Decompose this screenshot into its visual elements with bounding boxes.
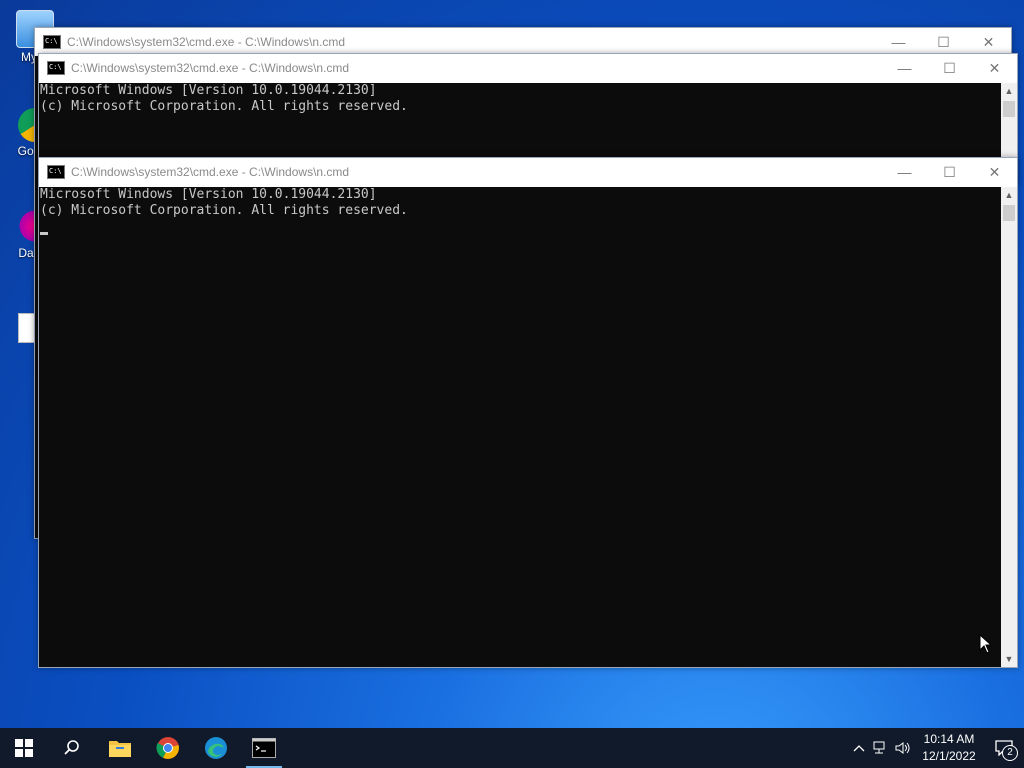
taskbar: 10:14 AM 12/1/2022 2	[0, 728, 1024, 768]
close-button[interactable]: ✕	[972, 54, 1017, 82]
window-title: C:\Windows\system32\cmd.exe - C:\Windows…	[67, 35, 346, 49]
system-tray: 10:14 AM 12/1/2022 2	[848, 728, 1024, 768]
show-hidden-icons-chevron-icon[interactable]	[848, 728, 870, 768]
volume-icon[interactable]	[892, 728, 914, 768]
window-title: C:\Windows\system32\cmd.exe - C:\Windows…	[71, 165, 350, 179]
maximize-button[interactable]: ☐	[927, 158, 972, 186]
windows-logo-icon	[15, 739, 33, 757]
search-icon	[64, 740, 79, 755]
cmd-app-icon	[47, 165, 65, 179]
taskbar-chrome[interactable]	[144, 728, 192, 768]
scrollbar-thumb[interactable]	[1003, 205, 1015, 221]
console-prompt-line[interactable]	[40, 219, 1001, 235]
cmd-app-icon	[47, 61, 65, 75]
scroll-up-arrow-icon[interactable]: ▲	[1001, 187, 1017, 203]
cmd-window-1-titlebar[interactable]: C:\Windows\system32\cmd.exe - C:\Windows…	[35, 28, 1011, 56]
cmd-window-3[interactable]: C:\Windows\system32\cmd.exe - C:\Windows…	[38, 157, 1018, 668]
window-title: C:\Windows\system32\cmd.exe - C:\Windows…	[71, 61, 350, 75]
taskbar-file-explorer[interactable]	[96, 728, 144, 768]
command-prompt-icon	[252, 738, 276, 758]
network-icon[interactable]	[870, 728, 892, 768]
action-center-button[interactable]: 2	[984, 728, 1024, 768]
notification-count-badge: 2	[1002, 745, 1018, 761]
vertical-scrollbar[interactable]: ▲ ▼	[1001, 187, 1017, 667]
console-line: Microsoft Windows [Version 10.0.19044.21…	[40, 187, 377, 202]
close-button[interactable]: ✕	[966, 28, 1011, 56]
search-button[interactable]	[48, 728, 96, 768]
taskbar-command-prompt[interactable]	[240, 728, 288, 768]
taskbar-edge[interactable]	[192, 728, 240, 768]
start-button[interactable]	[0, 728, 48, 768]
desktop: My C Go Ch DataV C:\Windows\system32\cmd…	[0, 0, 1024, 728]
clock-date: 12/1/2022	[922, 749, 976, 763]
minimize-button[interactable]: —	[876, 28, 921, 56]
text-cursor	[40, 232, 48, 235]
edge-icon	[205, 737, 227, 759]
console-line: (c) Microsoft Corporation. All rights re…	[40, 203, 408, 218]
file-explorer-icon	[109, 741, 131, 757]
maximize-button[interactable]: ☐	[927, 54, 972, 82]
console-line: Microsoft Windows [Version 10.0.19044.21…	[40, 83, 377, 98]
chrome-icon	[156, 737, 179, 759]
maximize-button[interactable]: ☐	[921, 28, 966, 56]
close-button[interactable]: ✕	[972, 158, 1017, 186]
scroll-down-arrow-icon[interactable]: ▼	[1001, 651, 1017, 667]
clock-time: 10:14 AM	[923, 732, 975, 746]
cmd-window-3-titlebar[interactable]: C:\Windows\system32\cmd.exe - C:\Windows…	[39, 158, 1017, 186]
console-line: (c) Microsoft Corporation. All rights re…	[40, 99, 408, 114]
scrollbar-thumb[interactable]	[1003, 101, 1015, 117]
mouse-pointer-icon	[979, 634, 993, 654]
minimize-button[interactable]: —	[882, 158, 927, 186]
scroll-up-arrow-icon[interactable]: ▲	[1001, 83, 1017, 99]
cmd-app-icon	[43, 35, 61, 49]
clock[interactable]: 10:14 AM 12/1/2022	[914, 731, 984, 765]
cmd-window-2-titlebar[interactable]: C:\Windows\system32\cmd.exe - C:\Windows…	[39, 54, 1017, 82]
minimize-button[interactable]: —	[882, 54, 927, 82]
console-output[interactable]: Microsoft Windows [Version 10.0.19044.21…	[39, 187, 1001, 667]
